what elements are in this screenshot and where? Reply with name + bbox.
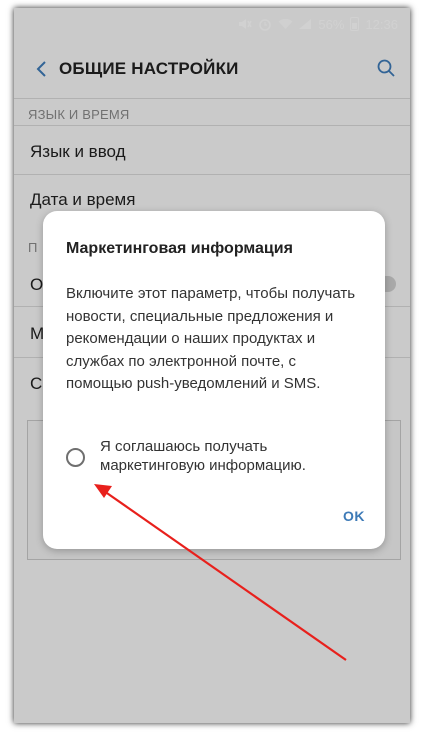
dialog-title: Маркетинговая информация xyxy=(66,240,293,257)
ok-button[interactable]: OK xyxy=(343,508,365,524)
dialog-message: Включите этот параметр, чтобы получать н… xyxy=(66,285,356,392)
consent-option[interactable]: Я соглашаюсь получать маркетинговую инфо… xyxy=(66,437,366,487)
phone-screen: 56% 12:36 ОБЩИЕ НАСТРОЙКИ ЯЗЫК И ВРЕМЯ Я… xyxy=(14,8,410,723)
marketing-dialog: Маркетинговая информация Включите этот п… xyxy=(43,211,385,549)
consent-radio[interactable] xyxy=(66,448,85,467)
consent-label: Я соглашаюсь получать маркетинговую инфо… xyxy=(100,438,306,474)
